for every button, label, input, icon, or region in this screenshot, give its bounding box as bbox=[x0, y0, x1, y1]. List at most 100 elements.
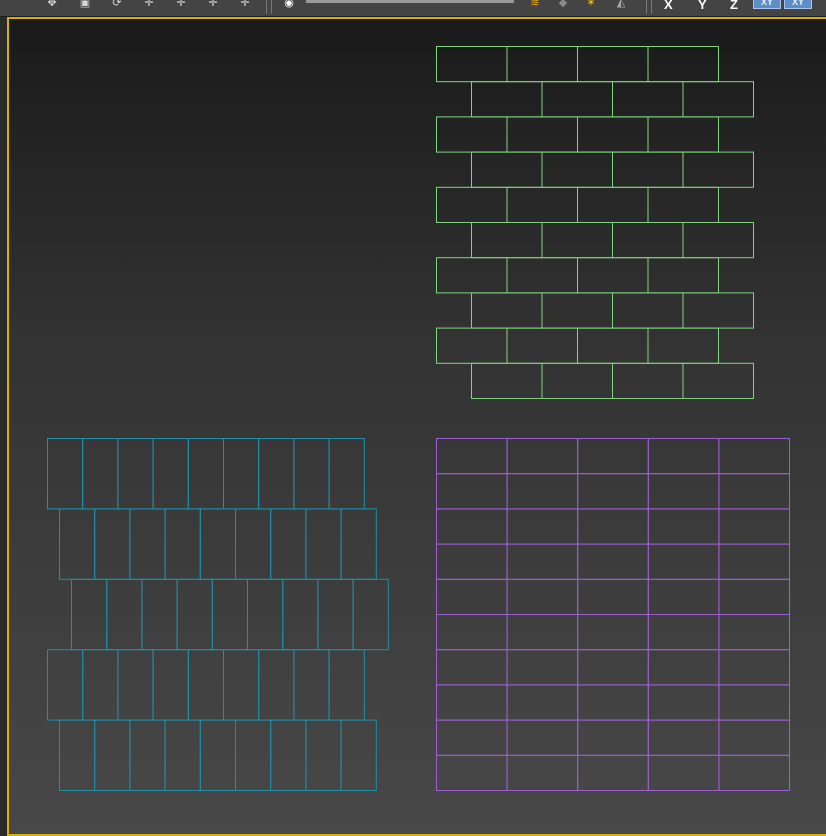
viewport-canvas[interactable] bbox=[0, 0, 826, 836]
brick-tile bbox=[506, 186, 578, 224]
brick-tile bbox=[471, 292, 543, 329]
brick-tile bbox=[506, 327, 578, 364]
vertical-tile bbox=[94, 719, 131, 791]
grid-tile bbox=[436, 508, 508, 545]
grid-tile bbox=[577, 719, 649, 756]
running-bond-brick-wall[interactable] bbox=[436, 46, 754, 399]
vertical-tile bbox=[258, 438, 295, 510]
vertical-tile bbox=[59, 719, 96, 791]
grid-tile bbox=[718, 614, 791, 651]
grid-tile bbox=[718, 754, 791, 791]
grid-tile bbox=[647, 473, 720, 510]
brick-tile bbox=[682, 81, 754, 118]
brick-tile bbox=[436, 257, 508, 294]
grid-tile bbox=[718, 719, 791, 756]
grid-tile bbox=[647, 649, 720, 686]
grid-tile bbox=[436, 684, 508, 721]
vertical-tile bbox=[270, 719, 307, 791]
grid-tile bbox=[577, 473, 649, 510]
vertical-tile bbox=[152, 649, 189, 721]
vertical-tile bbox=[199, 719, 237, 791]
grid-tile bbox=[577, 754, 649, 791]
brick-tile bbox=[612, 151, 684, 188]
vertical-tile bbox=[223, 438, 260, 510]
vertical-tile bbox=[152, 438, 189, 510]
grid-tile bbox=[506, 614, 579, 651]
grid-tile bbox=[506, 649, 579, 686]
brick-tile bbox=[647, 327, 719, 364]
grid-tile bbox=[647, 684, 720, 721]
grid-tile bbox=[577, 684, 649, 721]
vertical-tile bbox=[340, 719, 377, 791]
brick-tile bbox=[541, 151, 613, 188]
vertical-tile bbox=[258, 649, 295, 721]
grid-tile bbox=[506, 473, 579, 510]
brick-tile bbox=[436, 46, 508, 83]
grid-tile bbox=[436, 438, 508, 475]
vertical-tile bbox=[164, 719, 201, 791]
brick-tile bbox=[647, 257, 719, 294]
grid-tile bbox=[577, 614, 649, 651]
grid-tile bbox=[436, 578, 508, 615]
grid-tile bbox=[436, 473, 508, 510]
brick-tile bbox=[682, 151, 754, 188]
grid-tile bbox=[577, 508, 649, 545]
brick-tile bbox=[471, 151, 543, 188]
brick-tile bbox=[647, 46, 719, 83]
brick-tile bbox=[506, 46, 578, 83]
vertical-tile bbox=[235, 508, 272, 580]
stacked-grid-tiles[interactable] bbox=[436, 438, 791, 791]
brick-tile bbox=[541, 292, 613, 329]
perspective-viewport[interactable] bbox=[7, 17, 826, 836]
vertical-staggered-tiles[interactable] bbox=[47, 438, 389, 791]
vertical-tile bbox=[199, 508, 237, 580]
brick-tile bbox=[577, 116, 649, 153]
brick-tile bbox=[682, 292, 754, 329]
grid-tile bbox=[718, 684, 791, 721]
brick-tile bbox=[506, 116, 578, 153]
brick-tile bbox=[436, 116, 508, 153]
grid-tile bbox=[718, 508, 791, 545]
brick-tile bbox=[682, 222, 754, 259]
vertical-tile bbox=[82, 649, 119, 721]
grid-tile bbox=[577, 438, 649, 475]
grid-tile bbox=[647, 543, 720, 580]
vertical-tile bbox=[164, 508, 201, 580]
vertical-tile bbox=[293, 649, 330, 721]
grid-tile bbox=[506, 578, 579, 615]
brick-tile bbox=[506, 257, 578, 294]
brick-tile bbox=[577, 257, 649, 294]
brick-tile bbox=[577, 186, 649, 224]
grid-tile bbox=[436, 614, 508, 651]
vertical-tile bbox=[47, 649, 84, 721]
vertical-tile bbox=[282, 578, 319, 651]
grid-tile bbox=[506, 719, 579, 756]
vertical-tile bbox=[340, 508, 377, 580]
grid-tile bbox=[506, 543, 579, 580]
brick-tile bbox=[612, 222, 684, 259]
grid-tile bbox=[577, 543, 649, 580]
vertical-tile bbox=[47, 438, 84, 510]
brick-tile bbox=[471, 222, 543, 259]
brick-tile bbox=[541, 222, 613, 259]
vertical-tile bbox=[129, 508, 166, 580]
grid-tile bbox=[718, 543, 791, 580]
vertical-tile bbox=[352, 578, 389, 651]
vertical-tile bbox=[211, 578, 249, 651]
grid-tile bbox=[506, 438, 579, 475]
grid-tile bbox=[506, 754, 579, 791]
vertical-tile bbox=[59, 508, 96, 580]
grid-tile bbox=[647, 754, 720, 791]
vertical-tile bbox=[270, 508, 307, 580]
grid-tile bbox=[506, 684, 579, 721]
brick-tile bbox=[612, 292, 684, 329]
brick-tile bbox=[541, 81, 613, 118]
grid-tile bbox=[718, 649, 791, 686]
grid-tile bbox=[718, 438, 791, 475]
grid-tile bbox=[436, 719, 508, 756]
vertical-tile bbox=[305, 719, 342, 791]
vertical-tile bbox=[129, 719, 166, 791]
vertical-tile bbox=[247, 578, 284, 651]
brick-tile bbox=[612, 362, 684, 399]
grid-tile bbox=[577, 578, 649, 615]
